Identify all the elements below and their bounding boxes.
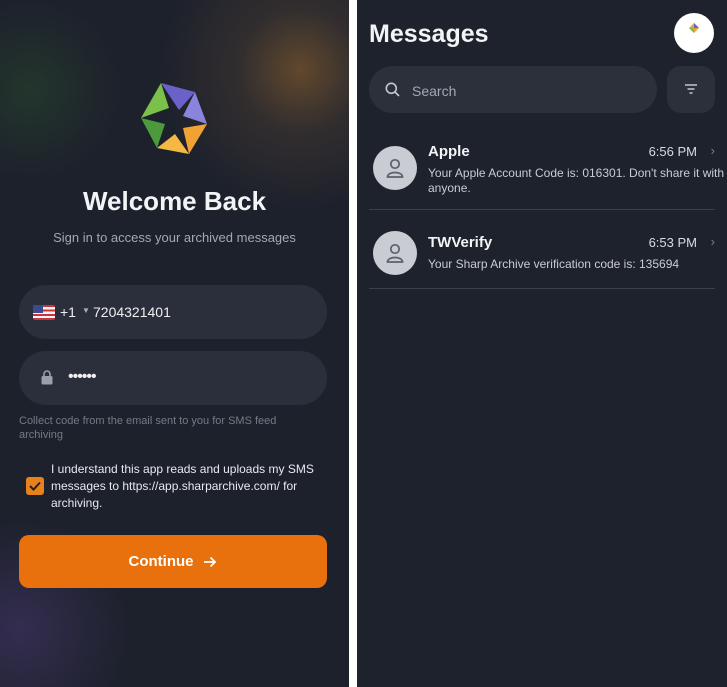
- person-icon: [386, 158, 404, 178]
- chevron-right-icon: ›: [710, 143, 715, 158]
- person-icon: [386, 243, 404, 263]
- password-value[interactable]: ••••••: [68, 368, 97, 386]
- conversation-row[interactable]: TWVerify 6:53 PM › Your Sharp Archive ve…: [369, 228, 715, 289]
- sender-name: TWVerify: [428, 234, 493, 251]
- chevron-right-icon: ›: [710, 234, 715, 249]
- email-code-hint: Collect code from the email sent to you …: [19, 415, 277, 441]
- message-time: 6:53 PM: [648, 235, 697, 250]
- us-flag-icon: [33, 305, 55, 320]
- country-code[interactable]: +1: [60, 304, 76, 320]
- lock-icon: [41, 370, 53, 385]
- profile-avatar[interactable]: [674, 13, 714, 53]
- contact-avatar: [373, 146, 417, 190]
- phone-field[interactable]: +1 ▼ 7204321401: [19, 285, 327, 339]
- app-logo-icon: [141, 83, 207, 154]
- consent-checkbox[interactable]: [26, 477, 44, 495]
- messages-title: Messages: [369, 20, 489, 48]
- continue-button[interactable]: Continue: [19, 535, 327, 588]
- message-preview: Your Apple Account Code is: 016301. Don'…: [428, 166, 725, 195]
- search-input[interactable]: [410, 80, 644, 102]
- conversation-row[interactable]: Apple 6:56 PM › Your Apple Account Code …: [369, 137, 724, 210]
- password-field[interactable]: ••••••: [19, 351, 327, 405]
- search-bar[interactable]: [369, 66, 657, 113]
- phone-number-value[interactable]: 7204321401: [93, 304, 171, 320]
- welcome-subtitle: Sign in to access your archived messages: [53, 230, 296, 245]
- messages-screen: Messages Apple 6:56 PM › Your Apple Acco…: [357, 0, 727, 687]
- search-icon: [385, 82, 400, 97]
- login-screen: Welcome Back Sign in to access your arch…: [0, 0, 349, 687]
- contact-avatar: [373, 231, 417, 275]
- sharp-logo-icon: [689, 23, 699, 33]
- continue-label: Continue: [128, 553, 194, 570]
- filter-button[interactable]: [667, 66, 715, 113]
- arrow-right-icon: [203, 556, 216, 567]
- filter-icon: [685, 84, 697, 94]
- dropdown-caret-icon[interactable]: ▼: [82, 306, 90, 315]
- checkmark-icon: [29, 481, 41, 491]
- consent-text: I understand this app reads and uploads …: [51, 462, 314, 510]
- sender-name: Apple: [428, 143, 470, 160]
- message-preview: Your Sharp Archive verification code is:…: [428, 257, 680, 271]
- message-time: 6:56 PM: [648, 144, 697, 159]
- welcome-title: Welcome Back: [82, 186, 267, 216]
